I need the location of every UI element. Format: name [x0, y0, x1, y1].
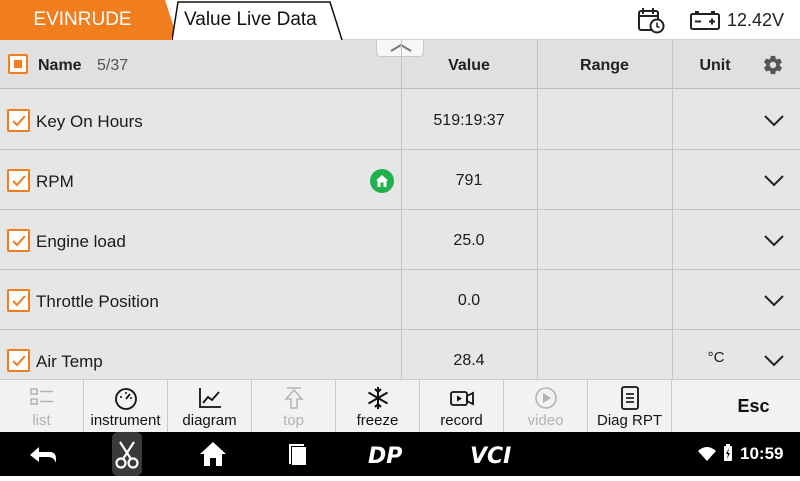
row-checkbox[interactable] [7, 109, 30, 132]
chevron-down-icon[interactable] [763, 354, 785, 368]
list-icon [29, 388, 53, 405]
column-divider [537, 40, 538, 379]
check-icon [12, 175, 26, 187]
back-icon[interactable] [26, 432, 60, 476]
chevron-down-icon[interactable] [763, 174, 785, 188]
table-row[interactable]: Throttle Position 0.0 [0, 270, 800, 330]
tab-brand[interactable]: EVINRUDE [0, 0, 178, 40]
column-divider [672, 40, 673, 379]
select-all-checkbox[interactable] [8, 54, 28, 74]
diagram-button[interactable]: diagram [168, 380, 252, 433]
vci-app-icon[interactable]: VCI [468, 432, 530, 476]
diag-rpt-label: Diag RPT [596, 412, 663, 429]
gauge-icon [114, 388, 137, 410]
chevron-down-icon[interactable] [763, 294, 785, 308]
vci-app-label: VCI [470, 444, 511, 469]
scissors-icon [115, 441, 139, 469]
freeze-button[interactable]: freeze [336, 380, 420, 433]
row-checkbox[interactable] [7, 289, 30, 312]
check-icon [12, 295, 26, 307]
play-circle-icon [534, 387, 557, 409]
snowflake-icon [367, 387, 388, 409]
table-row[interactable]: Engine load 25.0 [0, 210, 800, 270]
esc-button[interactable]: Esc [707, 380, 800, 433]
row-value: 791 [455, 172, 483, 189]
column-name[interactable]: Name [38, 40, 82, 92]
live-data-table: Name 5/37 Value Range Unit Key On Hours … [0, 40, 800, 379]
record-label: record [440, 412, 483, 429]
tab-value-live-data[interactable]: Value Live Data [172, 0, 347, 40]
row-unit: °C [707, 349, 725, 366]
row-name: Key On Hours [36, 112, 143, 131]
dp-app-label: DP [368, 444, 402, 469]
check-icon [12, 235, 26, 247]
title-bar: EVINRUDE Value Live Data 12.42V [0, 0, 800, 40]
row-name: RPM [36, 172, 74, 191]
row-name: Air Temp [36, 352, 103, 371]
row-value: 25.0 [453, 232, 485, 249]
page-tab-label: Value Live Data [184, 9, 317, 30]
row-checkbox[interactable] [7, 229, 30, 252]
row-name: Engine load [36, 232, 126, 251]
row-value: 519:19:37 [433, 112, 505, 129]
table-row[interactable]: Key On Hours 519:19:37 [0, 90, 800, 150]
battery-icon [690, 11, 720, 30]
gear-icon[interactable] [762, 54, 784, 76]
home-badge [370, 169, 394, 193]
row-value: 0.0 [457, 292, 481, 309]
freeze-label: freeze [356, 412, 399, 429]
record-button[interactable]: record [420, 380, 504, 433]
row-name: Throttle Position [36, 292, 159, 311]
top-label: top [283, 412, 304, 429]
column-range: Range [580, 57, 629, 74]
video-button[interactable]: video [504, 380, 588, 433]
selected-count: 5/37 [97, 57, 129, 74]
check-icon [12, 115, 26, 127]
instrument-button[interactable]: instrument [84, 380, 168, 433]
diag-rpt-button[interactable]: Diag RPT [588, 380, 672, 433]
row-checkbox[interactable] [7, 169, 30, 192]
dp-app-icon[interactable]: DP [364, 432, 420, 476]
row-value: 28.4 [453, 352, 485, 369]
function-toolbar: list instrument diagram top freeze recor… [0, 379, 800, 433]
recents-icon[interactable] [284, 432, 312, 476]
brand-tab-label: EVINRUDE [33, 9, 132, 30]
chevron-down-icon[interactable] [763, 234, 785, 248]
list-label: list [32, 412, 51, 429]
clock: 10:59 [740, 444, 784, 463]
chevron-down-icon[interactable] [763, 114, 785, 128]
list-button[interactable]: list [0, 380, 84, 433]
table-header: Name 5/37 Value Range Unit [0, 40, 800, 89]
top-button[interactable]: top [252, 380, 336, 433]
system-nav-bar: DP VCI 10:59 [0, 432, 800, 476]
wifi-icon [698, 447, 716, 461]
calendar-clock-icon[interactable] [637, 6, 665, 34]
battery-voltage: 12.42V [727, 10, 785, 30]
diagram-label: diagram [182, 412, 237, 429]
collapse-handle[interactable] [376, 40, 424, 57]
battery-status-icon [724, 444, 732, 461]
check-icon [12, 355, 26, 367]
table-row[interactable]: Air Temp 28.4 °C [0, 330, 800, 379]
home-icon [376, 175, 388, 187]
home-icon[interactable] [198, 432, 228, 476]
instrument-label: instrument [90, 412, 161, 429]
row-checkbox[interactable] [7, 349, 30, 372]
video-label: video [527, 412, 564, 429]
scissors-app-button[interactable] [112, 432, 142, 476]
column-divider [401, 40, 402, 379]
report-icon [620, 386, 639, 410]
table-row[interactable]: RPM 791 [0, 150, 800, 210]
line-chart-icon [198, 388, 221, 408]
video-camera-icon [449, 391, 474, 406]
arrow-up-icon [283, 387, 304, 409]
column-unit: Unit [699, 57, 731, 74]
